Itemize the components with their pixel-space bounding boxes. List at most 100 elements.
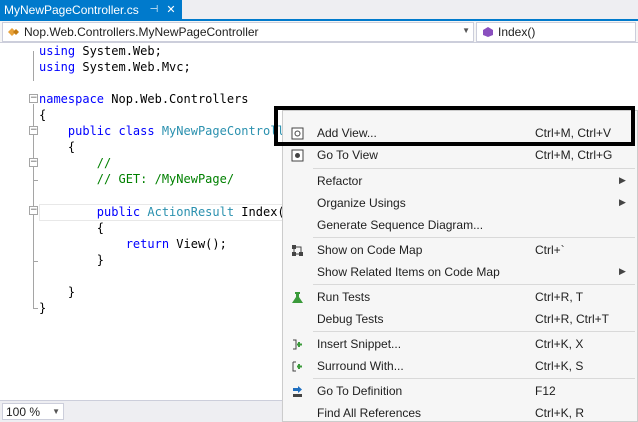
menu-item-surround-with[interactable]: Surround With... Ctrl+K, S bbox=[283, 355, 637, 377]
member-dropdown[interactable]: Index() bbox=[476, 22, 636, 42]
run-tests-icon bbox=[289, 289, 305, 305]
menu-separator bbox=[313, 331, 635, 332]
code-map-icon bbox=[289, 242, 305, 258]
pin-icon[interactable]: ⊣ bbox=[147, 2, 161, 16]
comment: // bbox=[39, 156, 112, 170]
code-line-brace: } bbox=[39, 300, 46, 316]
submenu-arrow-icon: ▶ bbox=[619, 197, 626, 207]
context-menu: Add View... Ctrl+M, Ctrl+V Go To View Ct… bbox=[282, 110, 638, 422]
collapse-namespace-icon[interactable]: − bbox=[29, 94, 38, 103]
menu-item-label: Generate Sequence Diagram... bbox=[317, 218, 484, 232]
code-line-method: public ActionResult Index() bbox=[39, 204, 292, 220]
menu-item-label: Show on Code Map bbox=[317, 243, 423, 257]
annotation-highlight-box bbox=[274, 106, 635, 146]
type-dropdown-label: Nop.Web.Controllers.MyNewPageController bbox=[24, 25, 259, 39]
menu-item-label: Insert Snippet... bbox=[317, 337, 402, 351]
menu-item-debug-tests[interactable]: Debug Tests Ctrl+R, Ctrl+T bbox=[283, 308, 637, 330]
collapse-comment-icon[interactable]: − bbox=[29, 158, 38, 167]
menu-item-show-on-code-map[interactable]: Show on Code Map Ctrl+` bbox=[283, 239, 637, 261]
code-text: Nop.Web.Controllers bbox=[104, 92, 249, 106]
navigation-bar: Nop.Web.Controllers.MyNewPageController … bbox=[0, 21, 638, 43]
keyword: using bbox=[39, 44, 76, 58]
outline-guide bbox=[33, 168, 34, 180]
submenu-arrow-icon: ▶ bbox=[619, 175, 626, 185]
code-line-class: public class MyNewPageControll bbox=[39, 123, 285, 139]
menu-item-shortcut: Ctrl+K, X bbox=[535, 337, 584, 351]
menu-item-label: Refactor bbox=[317, 174, 363, 188]
menu-item-find-all-references[interactable]: Find All References Ctrl+K, R bbox=[283, 402, 637, 422]
menu-item-label: Run Tests bbox=[317, 290, 371, 304]
document-tab-strip: MyNewPageController.cs ⊣ ✕ bbox=[0, 0, 638, 21]
menu-item-refactor[interactable]: Refactor ▶ bbox=[283, 170, 637, 192]
menu-item-run-tests[interactable]: Run Tests Ctrl+R, T bbox=[283, 286, 637, 308]
outline-end bbox=[33, 261, 38, 262]
zoom-dropdown[interactable]: 100 % ▼ bbox=[2, 403, 64, 420]
code-line-brace: { bbox=[39, 139, 75, 155]
code-line-comment: // bbox=[39, 155, 111, 171]
code-line-brace: } bbox=[39, 252, 104, 268]
code-line-return: return View(); bbox=[39, 236, 227, 252]
collapse-class-icon[interactable]: − bbox=[29, 126, 38, 135]
method-icon bbox=[480, 24, 496, 40]
type-dropdown[interactable]: Nop.Web.Controllers.MyNewPageController … bbox=[2, 22, 474, 42]
code-text: } bbox=[39, 285, 76, 299]
zoom-value: 100 % bbox=[6, 404, 41, 419]
menu-item-label: Organize Usings bbox=[317, 196, 406, 210]
code-line-1: using System.Web; bbox=[39, 43, 162, 59]
menu-item-shortcut: Ctrl+K, S bbox=[535, 359, 584, 373]
tab-mynewpagecontroller[interactable]: MyNewPageController.cs ⊣ ✕ bbox=[0, 0, 182, 19]
code-text: System.Web.Mvc; bbox=[75, 60, 191, 74]
menu-item-insert-snippet[interactable]: Insert Snippet... Ctrl+K, X bbox=[283, 333, 637, 355]
menu-item-go-to-view[interactable]: Go To View Ctrl+M, Ctrl+G bbox=[283, 144, 637, 166]
menu-item-label: Find All References bbox=[317, 406, 422, 420]
go-to-definition-icon bbox=[289, 383, 305, 399]
outline-guide bbox=[33, 51, 34, 81]
type-name: MyNewPageControll bbox=[161, 124, 285, 138]
menu-separator bbox=[313, 378, 635, 379]
code-line-comment: // GET: /MyNewPage/ bbox=[39, 171, 234, 187]
keyword: using bbox=[39, 60, 76, 74]
menu-item-shortcut: Ctrl+R, Ctrl+T bbox=[535, 312, 610, 326]
collapse-method-icon[interactable]: − bbox=[29, 206, 38, 215]
menu-separator bbox=[313, 284, 635, 285]
code-line-brace: { bbox=[39, 220, 104, 236]
menu-item-show-related-items[interactable]: Show Related Items on Code Map ▶ bbox=[283, 261, 637, 283]
menu-item-shortcut: Ctrl+` bbox=[535, 243, 565, 257]
code-text: View(); bbox=[169, 237, 227, 251]
code-line-2: using System.Web.Mvc; bbox=[39, 59, 191, 75]
code-text: { bbox=[39, 221, 105, 235]
code-line-brace: { bbox=[39, 107, 46, 123]
code-text: { bbox=[39, 108, 47, 122]
keyword: public bbox=[39, 205, 148, 219]
keyword: return bbox=[39, 237, 170, 251]
chevron-down-icon: ▼ bbox=[52, 407, 60, 416]
menu-item-shortcut: Ctrl+K, R bbox=[535, 406, 585, 420]
surround-with-icon bbox=[289, 358, 305, 374]
tab-label: MyNewPageController.cs bbox=[4, 2, 139, 17]
code-text: } bbox=[39, 253, 105, 267]
keyword: public class bbox=[39, 124, 162, 138]
menu-item-shortcut: Ctrl+R, T bbox=[535, 290, 584, 304]
menu-item-go-to-definition[interactable]: Go To Definition F12 bbox=[283, 380, 637, 402]
close-icon[interactable]: ✕ bbox=[164, 2, 178, 16]
menu-item-shortcut: Ctrl+M, Ctrl+G bbox=[535, 148, 613, 162]
code-text: } bbox=[39, 301, 47, 315]
menu-item-shortcut: F12 bbox=[535, 384, 556, 398]
outline-end bbox=[33, 180, 38, 181]
menu-item-label: Show Related Items on Code Map bbox=[317, 265, 500, 279]
menu-item-label: Go To View bbox=[317, 148, 378, 162]
code-text: { bbox=[39, 140, 76, 154]
type-name: ActionResult bbox=[147, 205, 235, 219]
outline-guide bbox=[33, 216, 34, 261]
menu-item-label: Debug Tests bbox=[317, 312, 384, 326]
menu-item-label: Surround With... bbox=[317, 359, 404, 373]
menu-separator bbox=[313, 237, 635, 238]
chevron-down-icon: ▼ bbox=[462, 26, 470, 35]
comment: // GET: /MyNewPage/ bbox=[39, 172, 235, 186]
menu-separator bbox=[313, 168, 635, 169]
menu-item-generate-sequence-diagram[interactable]: Generate Sequence Diagram... bbox=[283, 214, 637, 236]
code-text: System.Web; bbox=[75, 44, 162, 58]
insert-snippet-icon bbox=[289, 336, 305, 352]
menu-item-organize-usings[interactable]: Organize Usings ▶ bbox=[283, 192, 637, 214]
submenu-arrow-icon: ▶ bbox=[619, 266, 626, 276]
